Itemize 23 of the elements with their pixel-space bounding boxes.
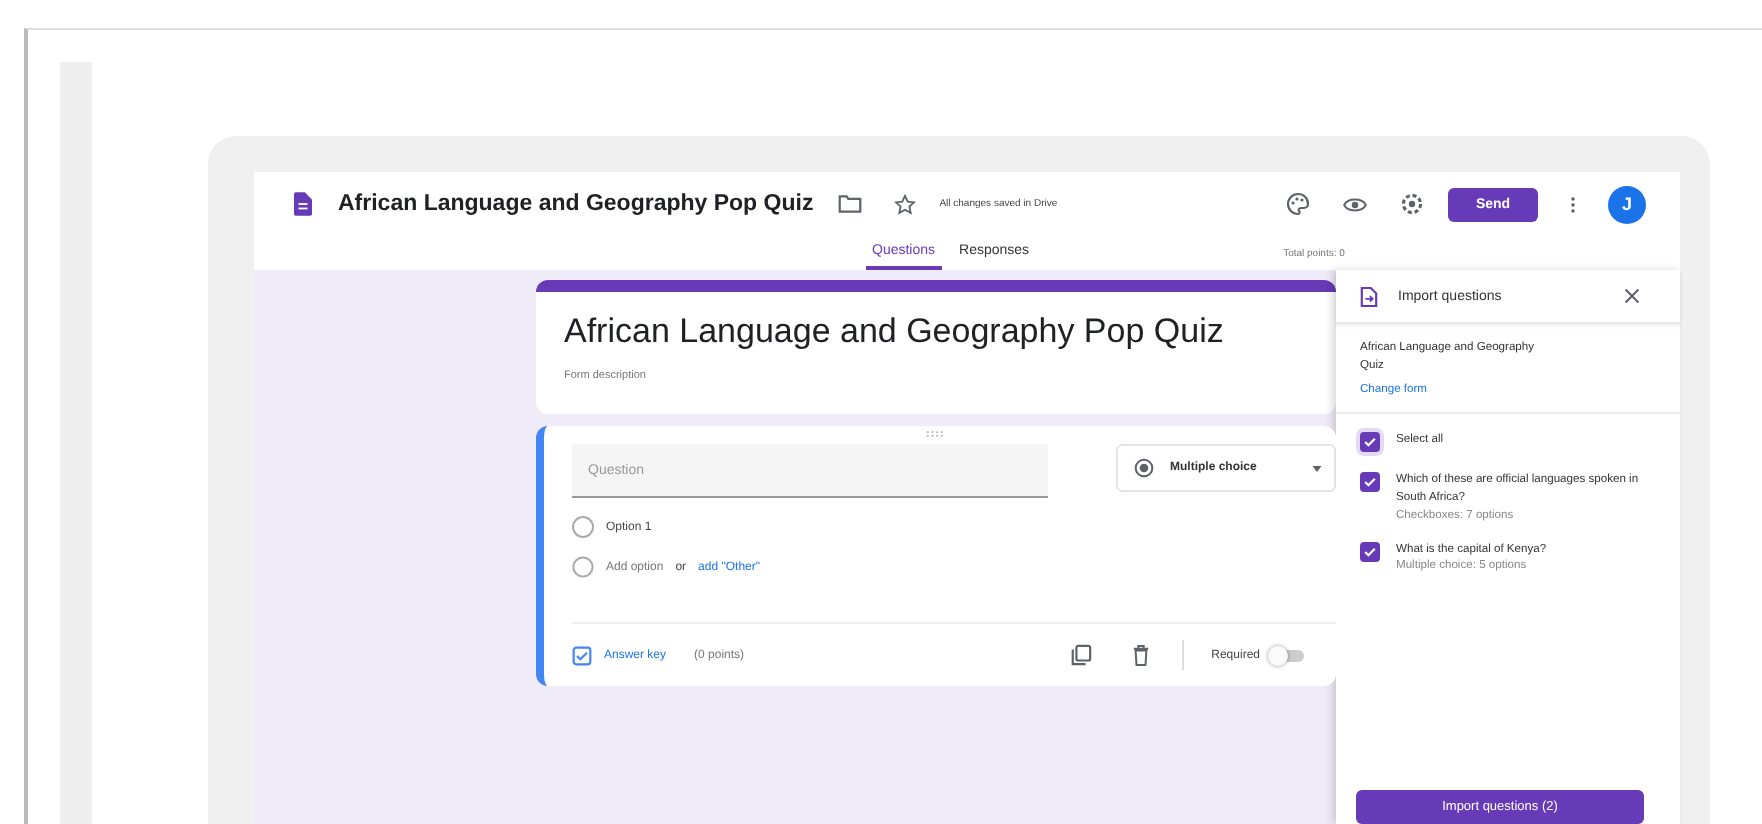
radio-button[interactable]: [572, 516, 594, 538]
checkbox-icon: [572, 645, 592, 665]
eye-icon[interactable]: [1342, 195, 1368, 213]
form-title[interactable]: African Language and Geography Pop Quiz: [338, 192, 814, 216]
checkbox[interactable]: [1360, 432, 1380, 453]
circle-icon: [572, 556, 594, 578]
copy-icon[interactable]: [1069, 644, 1092, 666]
checkbox[interactable]: [1360, 541, 1380, 562]
settings-icon[interactable]: [1400, 192, 1424, 216]
document-icon[interactable]: [294, 192, 312, 216]
radio-icon: [1134, 458, 1154, 478]
close-icon[interactable]: [1624, 288, 1640, 304]
form-heading[interactable]: African Language and Geography Pop Quiz: [564, 312, 1224, 352]
caret-icon: [1312, 465, 1323, 471]
required-toggle[interactable]: [1272, 649, 1304, 661]
star-icon[interactable]: [893, 193, 916, 215]
more-icon[interactable]: [1570, 193, 1576, 215]
import-icon: [1360, 285, 1378, 307]
palette-icon[interactable]: [1286, 192, 1310, 216]
trash-icon[interactable]: [1131, 644, 1150, 666]
folder-icon[interactable]: [837, 194, 862, 214]
checkbox[interactable]: [1360, 472, 1380, 493]
avatar[interactable]: J: [1608, 185, 1646, 223]
